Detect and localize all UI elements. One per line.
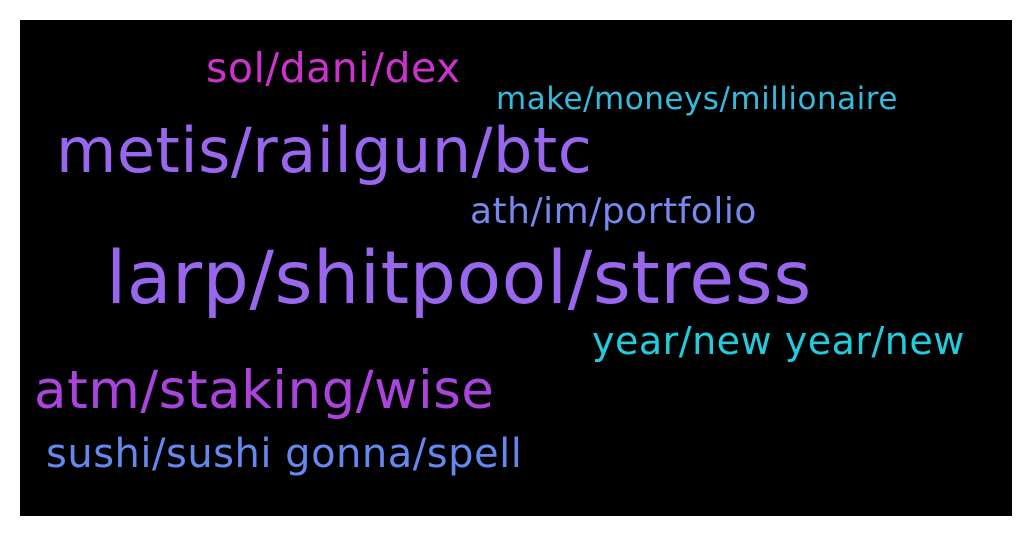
word-make-moneys-millionaire: make/moneys/millionaire [496,81,898,117]
word-atm-staking-wise: atm/staking/wise [34,360,495,421]
word-cloud-canvas: sol/dani/dex make/moneys/millionaire met… [20,20,1012,516]
word-ath-im-portfolio: ath/im/portfolio [470,191,757,232]
word-year-new-year-new: year/new year/new [592,319,965,363]
word-sol-dani-dex: sol/dani/dex [206,44,461,92]
word-metis-railgun-btc: metis/railgun/btc [56,114,593,187]
word-sushi-sushi-gonna-spell: sushi/sushi gonna/spell [46,431,523,477]
word-larp-shitpool-stress: larp/shitpool/stress [106,236,812,321]
